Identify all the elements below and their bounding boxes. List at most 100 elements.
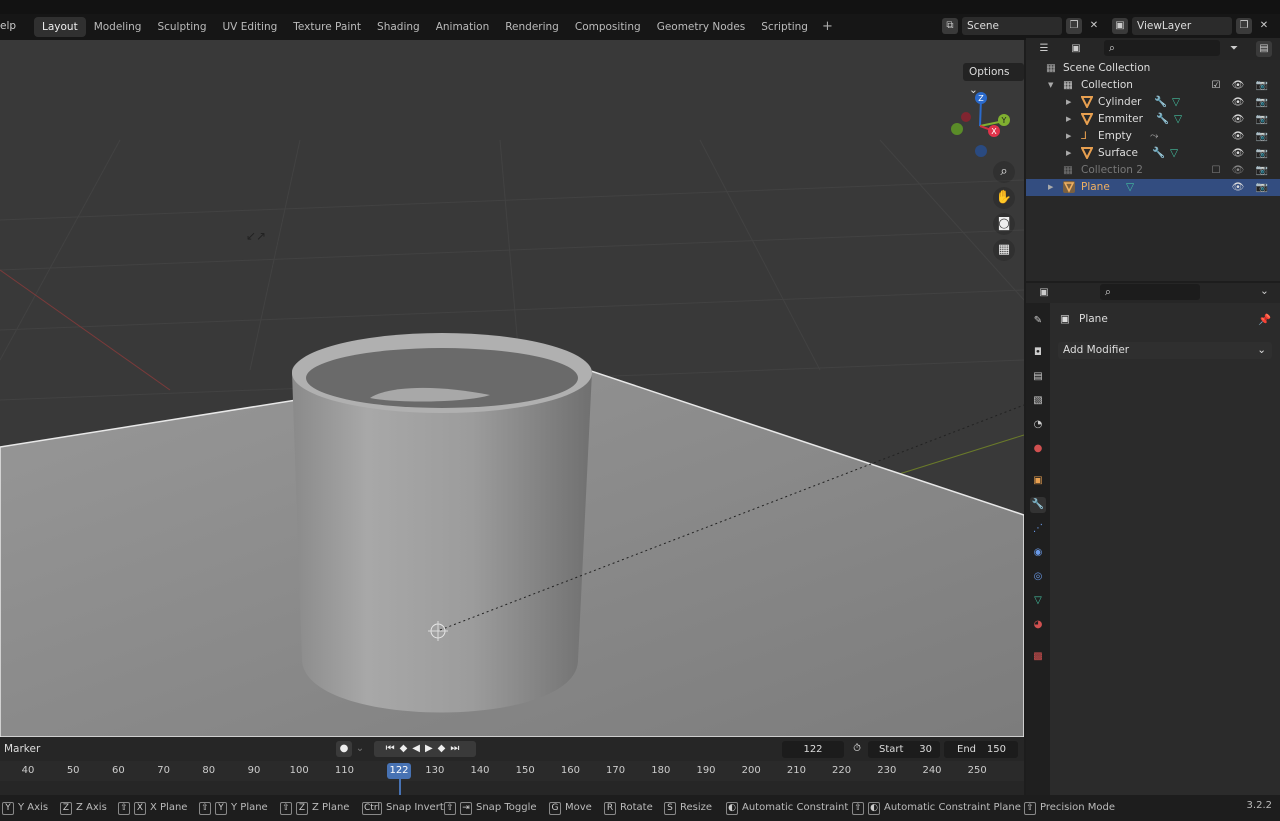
outliner-row-empty[interactable]: ▶ ⅃ Empty ⤳ 👁 📷 [1026, 128, 1280, 145]
status-hint: R Rotate [604, 800, 653, 816]
tab-scripting[interactable]: Scripting [753, 17, 816, 37]
mesh-data-icon[interactable]: ▽ [1172, 94, 1180, 111]
render-tab-icon[interactable]: ◘ [1030, 345, 1046, 361]
copy-view-layer-icon[interactable]: ❐ [1236, 18, 1252, 34]
mesh-icon [1081, 96, 1093, 108]
record-button[interactable]: ● [336, 741, 352, 757]
new-collection-icon[interactable]: ▤ [1256, 41, 1272, 57]
hand-icon[interactable]: ✋ [993, 187, 1015, 209]
tab-compositing[interactable]: Compositing [567, 17, 649, 37]
outliner-row-scene-collection[interactable]: ▦ Scene Collection [1026, 60, 1280, 77]
world-tab-icon[interactable]: ● [1030, 441, 1046, 457]
marker-menu[interactable]: Marker [4, 743, 40, 755]
navigation-gizmo[interactable]: Z Y X [944, 90, 1014, 160]
close-icon[interactable]: ✕ [1256, 18, 1272, 34]
tab-rendering[interactable]: Rendering [497, 17, 567, 37]
version-label: 3.2.2 [1246, 800, 1272, 811]
particles-tab-icon[interactable]: ⋰ [1030, 521, 1046, 537]
camera-icon[interactable]: ◙ [993, 213, 1015, 235]
mesh-data-icon[interactable]: ▽ [1126, 179, 1134, 196]
outliner-row-plane[interactable]: ▶ Plane ▽ 👁 📷 [1026, 179, 1280, 196]
mesh-data-icon[interactable]: ▽ [1174, 111, 1182, 128]
visibility-toggles[interactable]: 👁 📷 [1232, 145, 1272, 162]
outliner-row-collection-2[interactable]: ▦ Collection 2 ☐ 👁 📷 [1026, 162, 1280, 179]
scene-tab-icon[interactable]: ◔ [1030, 417, 1046, 433]
material-tab-icon[interactable]: ◕ [1030, 617, 1046, 633]
tab-animation[interactable]: Animation [428, 17, 498, 37]
view-layer-tab-icon[interactable]: ▧ [1030, 393, 1046, 409]
object-tab-icon[interactable]: ▣ [1030, 473, 1046, 489]
outliner-row-cylinder[interactable]: ▶ Cylinder 🔧 ▽ 👁 📷 [1026, 94, 1280, 111]
editor-type-icon[interactable]: ▣ [1036, 285, 1052, 301]
tab-texture-paint[interactable]: Texture Paint [285, 17, 369, 37]
view-layer-field[interactable]: ViewLayer [1132, 17, 1232, 35]
visibility-toggles[interactable]: 👁 📷 [1232, 179, 1272, 196]
wrench-icon[interactable]: 🔧 [1156, 111, 1169, 128]
view-layer-icon[interactable]: ▣ [1112, 18, 1128, 34]
constraints-tab-icon[interactable]: ◎ [1030, 569, 1046, 585]
current-frame-badge[interactable]: 122 [387, 763, 411, 779]
options-dropdown[interactable]: Options ⌄ [963, 63, 1024, 96]
visibility-toggles[interactable]: ☐ 👁 📷 [1212, 162, 1272, 179]
frame-ruler[interactable]: 40 50 60 70 80 90 100 110 130 140 150 160 170 180 190 2… [0, 761, 1024, 781]
visibility-toggles[interactable]: 👁 📷 [1232, 111, 1272, 128]
visibility-toggles[interactable]: ☑ 👁 📷 [1212, 77, 1272, 94]
start-frame-field[interactable]: Start 30 [868, 741, 940, 758]
add-modifier-dropdown[interactable]: Add Modifier ⌄ [1058, 342, 1272, 359]
current-frame-field[interactable]: 122 [782, 741, 844, 758]
physics-tab-icon[interactable]: ◉ [1030, 545, 1046, 561]
outliner-row-surface[interactable]: ▶ Surface 🔧 ▽ 👁 📷 [1026, 145, 1280, 162]
properties-search-input[interactable]: ⌕ [1100, 284, 1200, 300]
end-frame-field[interactable]: End 150 [944, 741, 1018, 758]
filter-view-icon[interactable]: ▣ [1068, 41, 1084, 57]
3d-viewport[interactable]: ↙↗ Options ⌄ Z Y X ⌕ ✋ ◙ ▦ [0, 40, 1024, 737]
grid-icon[interactable]: ▦ [993, 239, 1015, 261]
copy-scene-icon[interactable]: ❐ [1066, 18, 1082, 34]
wrench-icon[interactable]: 🔧 [1152, 145, 1165, 162]
visibility-toggles[interactable]: 👁 📷 [1232, 128, 1272, 145]
chevron-down-icon[interactable]: ⌄ [354, 741, 366, 757]
chevron-down-icon[interactable]: ⌄ [1260, 285, 1269, 297]
outliner-row-emmiter[interactable]: ▶ Emmiter 🔧 ▽ 👁 📷 [1026, 111, 1280, 128]
expand-icon[interactable]: ▶ [1048, 179, 1053, 196]
mesh-data-icon[interactable]: ▽ [1170, 145, 1178, 162]
tab-geometry-nodes[interactable]: Geometry Nodes [649, 17, 754, 37]
outliner-search-input[interactable]: ⌕ [1104, 40, 1220, 56]
stopwatch-icon[interactable]: ⏱ [850, 741, 864, 757]
outliner-row-collection[interactable]: ▼ ▦ Collection ☑ 👁 📷 [1026, 77, 1280, 94]
scene-icon[interactable]: ⧉ [942, 18, 958, 34]
tab-shading[interactable]: Shading [369, 17, 428, 37]
playhead[interactable] [399, 779, 401, 795]
visibility-toggles[interactable]: 👁 📷 [1232, 94, 1272, 111]
close-icon[interactable]: ✕ [1086, 18, 1102, 34]
constraint-icon[interactable]: ⤳ [1150, 128, 1158, 145]
data-tab-icon[interactable]: ▽ [1030, 593, 1046, 609]
expand-icon[interactable]: ▶ [1066, 128, 1071, 145]
output-tab-icon[interactable]: ▤ [1030, 369, 1046, 385]
zoom-icon[interactable]: ⌕ [993, 161, 1015, 183]
playback-controls[interactable]: ⏮◆◀▶◆⏭ [374, 741, 476, 757]
texture-tab-icon[interactable]: ▩ [1030, 649, 1046, 665]
pin-icon[interactable]: 📌 [1258, 313, 1271, 326]
menu-help[interactable]: elp [0, 20, 16, 32]
display-mode-icon[interactable]: ☰ [1036, 41, 1052, 57]
expand-icon[interactable]: ▼ [1048, 77, 1053, 94]
key-icon: G [549, 802, 561, 815]
filter-icon[interactable]: ⏷ [1226, 41, 1242, 57]
status-hint-label: Precision Mode [1040, 802, 1116, 813]
tab-uv-editing[interactable]: UV Editing [215, 17, 286, 37]
ruler-tick: 50 [66, 765, 80, 776]
modifier-tab-icon[interactable]: 🔧 [1030, 497, 1046, 513]
expand-icon[interactable]: ▶ [1066, 145, 1071, 162]
tab-modeling[interactable]: Modeling [86, 17, 150, 37]
status-hint: ⇧ Y Y Plane [199, 800, 268, 816]
outliner: ☰ ▣ ⌕ ⏷ ▤ ▦ Scene Collection ▼ ▦ Collect… [1026, 38, 1280, 281]
add-workspace-button[interactable]: + [816, 17, 839, 37]
scene-name-field[interactable]: Scene [962, 17, 1062, 35]
expand-icon[interactable]: ▶ [1066, 94, 1071, 111]
expand-icon[interactable]: ▶ [1066, 111, 1071, 128]
tool-tab-icon[interactable]: ✎ [1030, 313, 1046, 329]
wrench-icon[interactable]: 🔧 [1154, 94, 1167, 111]
tab-layout[interactable]: Layout [34, 17, 86, 37]
tab-sculpting[interactable]: Sculpting [149, 17, 214, 37]
